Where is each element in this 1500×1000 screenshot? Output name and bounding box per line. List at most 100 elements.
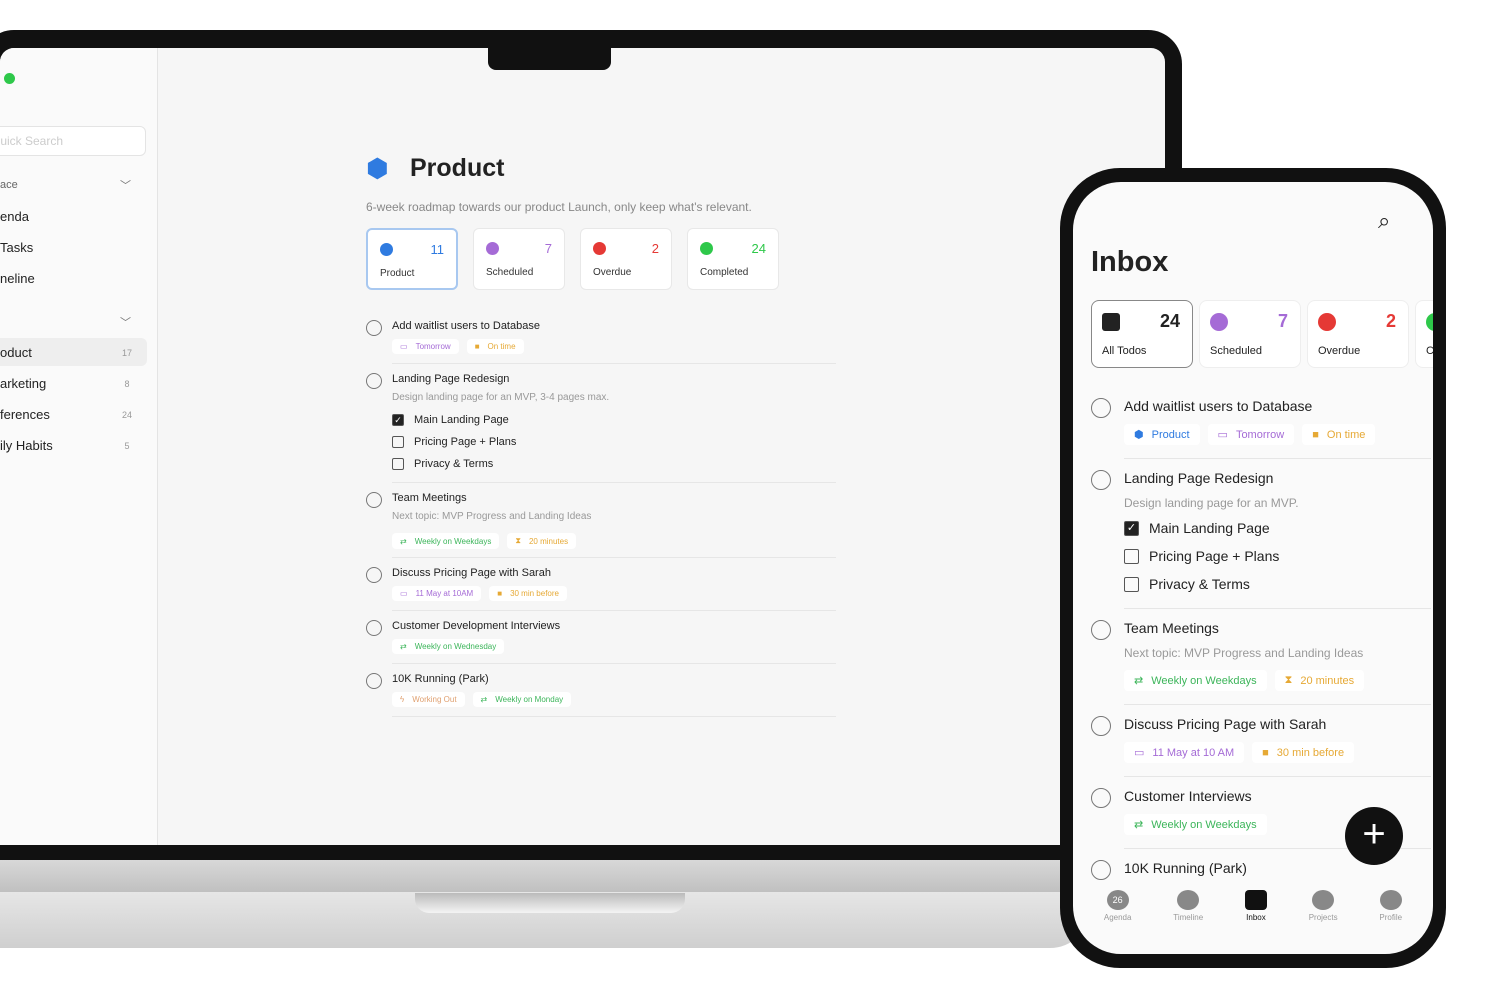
add-task-button[interactable]: + — [1345, 807, 1403, 865]
sidebar-project-item[interactable]: oduct — [0, 345, 32, 360]
summary-card[interactable]: 2 Overdue — [1307, 300, 1409, 368]
sidebar-project-item[interactable]: ferences — [0, 407, 50, 422]
sidebar-item-agenda[interactable]: enda — [0, 209, 29, 224]
tag-label: On time — [1326, 428, 1366, 441]
window-control-icon[interactable] — [4, 73, 15, 84]
task-tag[interactable]: ▭ 11 May at 10 AM — [1124, 742, 1245, 763]
alarm-icon: ■ — [474, 342, 480, 351]
tab-agenda[interactable]: 26 Agenda — [1104, 882, 1131, 954]
subtask-checkbox[interactable] — [392, 458, 404, 470]
task-tag[interactable]: ⇄ Weekly on Weekdays — [1124, 814, 1267, 835]
summary-card[interactable]: 2 Overdue — [580, 228, 672, 290]
task-tags: ⇄ Weekly on Weekdays ⧗ 20 minutes — [1124, 670, 1365, 691]
task-title[interactable]: Team Meetings — [392, 492, 467, 504]
tab-profile[interactable]: Profile — [1379, 882, 1402, 954]
sidebar-item-timeline[interactable]: neline — [0, 271, 35, 286]
task-checkbox[interactable] — [366, 620, 382, 636]
task-title[interactable]: Customer Interviews — [1124, 788, 1252, 804]
task-tag[interactable]: ■ On time — [466, 339, 524, 354]
tab-projects[interactable]: Projects — [1309, 882, 1338, 954]
subtask-item[interactable]: ✓ Main Landing Page — [1124, 520, 1270, 536]
subtask-item[interactable]: Pricing Page + Plans — [392, 436, 516, 448]
summary-card[interactable]: 24 Completed — [687, 228, 779, 290]
task-title[interactable]: 10K Running (Park) — [392, 673, 489, 685]
project-count: 8 — [124, 379, 130, 389]
subtask-checkbox[interactable]: ✓ — [392, 414, 404, 426]
card-label: Product — [380, 268, 415, 279]
task-checkbox[interactable] — [366, 492, 382, 508]
repeat-icon: ⇄ — [400, 536, 407, 546]
divider — [392, 363, 836, 364]
summary-card[interactable]: 7 Scheduled — [473, 228, 565, 290]
task-tag[interactable]: ▭ Tomorrow — [1207, 424, 1295, 445]
subtask-item[interactable]: Privacy & Terms — [1124, 576, 1250, 592]
sidebar-project-item[interactable]: arketing — [0, 376, 46, 391]
quick-search-input[interactable]: Quick Search — [0, 126, 146, 156]
card-count: 24 — [751, 241, 766, 256]
chevron-down-icon[interactable]: ﹀ — [120, 177, 131, 193]
task-checkbox[interactable] — [1091, 398, 1111, 418]
subtask-item[interactable]: ✓ Main Landing Page — [392, 414, 509, 426]
summary-card[interactable]: 11 Product — [366, 228, 458, 290]
task-title[interactable]: Landing Page Redesign — [1124, 470, 1273, 486]
inbox-title: Inbox — [1091, 246, 1169, 278]
divider — [392, 557, 836, 558]
task-tag[interactable]: ▭ 11 May at 10AM — [392, 586, 482, 601]
calendar-icon: 26 — [1106, 890, 1129, 910]
task-checkbox[interactable] — [366, 567, 382, 583]
task-tag[interactable]: ⧗ 20 minutes — [507, 533, 577, 549]
task-tag[interactable]: ⇄ Weekly on Monday — [472, 692, 572, 707]
tag-label: Weekly on Weekdays — [414, 536, 492, 546]
task-tag[interactable]: ▭ Tomorrow — [392, 339, 459, 354]
summary-card[interactable]: C — [1415, 300, 1433, 368]
summary-card[interactable]: 7 Scheduled — [1199, 300, 1301, 368]
summary-card[interactable]: 24 All Todos — [1091, 300, 1193, 368]
sidebar-item-tasks[interactable]: Tasks — [0, 240, 33, 255]
card-count: 24 — [1159, 311, 1180, 331]
task-checkbox[interactable] — [366, 373, 382, 389]
task-title[interactable]: Team Meetings — [1124, 620, 1219, 636]
task-tag[interactable]: ⇄ Weekly on Weekdays — [392, 533, 500, 549]
laptop-hinge — [415, 893, 685, 913]
task-checkbox[interactable] — [366, 320, 382, 336]
subtask-label: Privacy & Terms — [414, 458, 494, 470]
task-tags: ⇄ Weekly on Weekdays ⧗ 20 minutes — [392, 533, 577, 549]
task-checkbox[interactable] — [366, 673, 382, 689]
search-icon[interactable]: ⌕ — [1378, 208, 1390, 234]
task-checkbox[interactable] — [1091, 860, 1111, 880]
task-checkbox[interactable] — [1091, 470, 1111, 490]
task-title[interactable]: Customer Development Interviews — [392, 620, 560, 632]
task-tag[interactable]: ■ 30 min before — [1252, 742, 1355, 763]
task-title[interactable]: Discuss Pricing Page with Sarah — [1124, 716, 1326, 732]
tab-timeline[interactable]: Timeline — [1173, 882, 1203, 954]
subtask-item[interactable]: Pricing Page + Plans — [1124, 548, 1279, 564]
task-tag[interactable]: ⬢ Product — [1124, 424, 1200, 445]
task-tag[interactable]: ■ 30 min before — [489, 586, 567, 601]
subtask-checkbox[interactable]: ✓ — [1124, 520, 1139, 536]
task-tag[interactable]: ϟ Working Out — [392, 692, 465, 707]
task-tags: ϟ Working Out ⇄ Weekly on Monday — [392, 692, 572, 707]
task-title[interactable]: Add waitlist users to Database — [1124, 398, 1312, 414]
task-checkbox[interactable] — [1091, 716, 1111, 736]
task-title[interactable]: Add waitlist users to Database — [392, 320, 540, 332]
subtask-checkbox[interactable] — [1124, 576, 1139, 592]
card-icon — [1426, 313, 1433, 331]
task-tag[interactable]: ■ On time — [1302, 424, 1376, 445]
subtask-checkbox[interactable] — [1124, 548, 1139, 564]
task-checkbox[interactable] — [1091, 620, 1111, 640]
calendar-icon: ▭ — [1134, 747, 1145, 759]
task-title[interactable]: 10K Running (Park) — [1124, 860, 1247, 876]
task-title[interactable]: Landing Page Redesign — [392, 373, 509, 385]
card-count: 11 — [430, 242, 445, 257]
divider — [392, 610, 836, 611]
subtask-checkbox[interactable] — [392, 436, 404, 448]
task-tag[interactable]: ⧗ 20 minutes — [1274, 670, 1365, 691]
chevron-down-icon[interactable]: ﹀ — [120, 314, 131, 330]
task-tag[interactable]: ⇄ Weekly on Weekdays — [1124, 670, 1267, 691]
task-checkbox[interactable] — [1091, 788, 1111, 808]
subtask-item[interactable]: Privacy & Terms — [392, 458, 493, 470]
sidebar-project-item[interactable]: ily Habits — [0, 438, 53, 453]
tab-inbox[interactable]: Inbox — [1244, 882, 1267, 954]
task-title[interactable]: Discuss Pricing Page with Sarah — [392, 567, 551, 579]
task-tag[interactable]: ⇄ Weekly on Wednesday — [392, 639, 505, 654]
